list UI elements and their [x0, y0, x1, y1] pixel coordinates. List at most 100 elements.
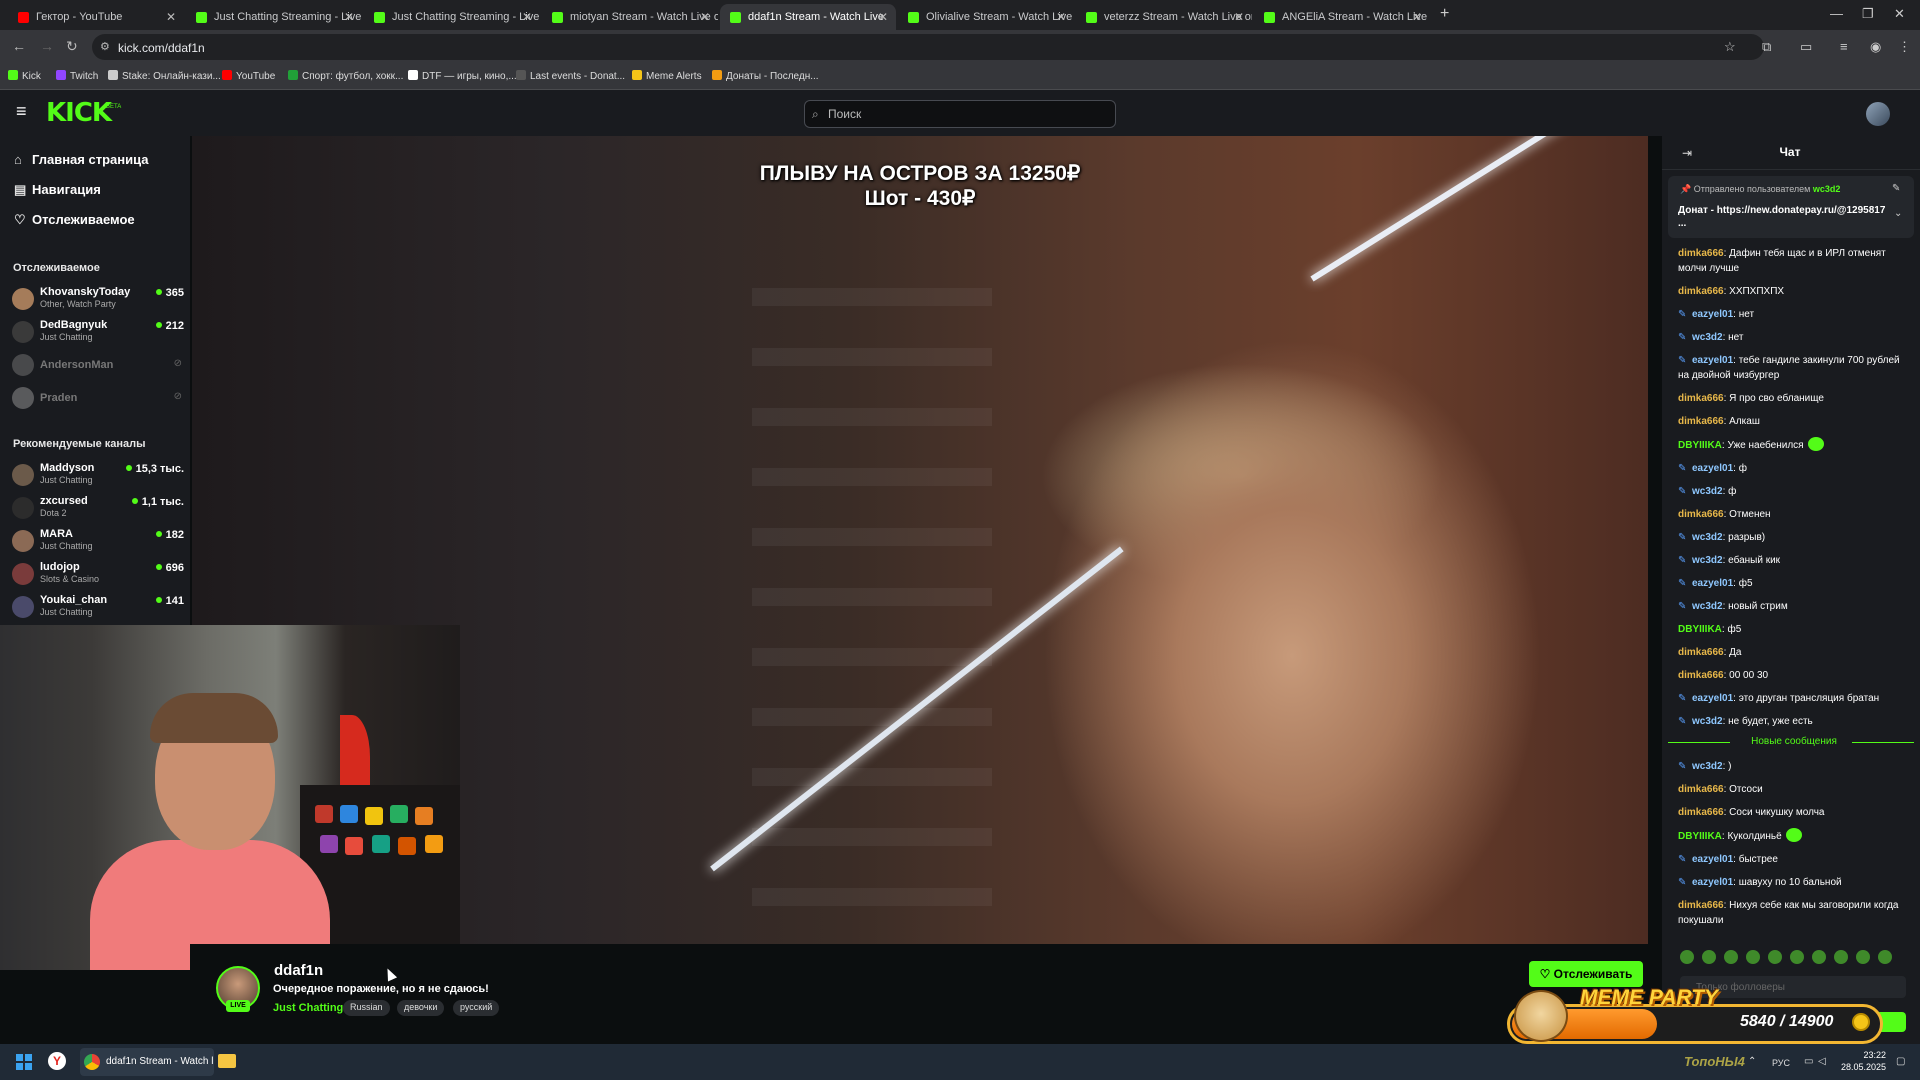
category-link[interactable]: Just Chatting — [273, 1002, 343, 1014]
sidepanel-icon[interactable]: ▭ — [1800, 39, 1812, 55]
back-icon[interactable]: ← — [12, 38, 26, 54]
chat-username[interactable]: dimka666 — [1678, 900, 1724, 911]
stream-tag[interactable]: русский — [453, 1000, 500, 1016]
volume-icon[interactable]: ◁ — [1818, 1056, 1826, 1067]
network-icon[interactable]: ▭ — [1804, 1056, 1813, 1067]
close-window-icon[interactable]: ✕ — [1894, 6, 1905, 22]
tab-close-icon[interactable]: ✕ — [1234, 10, 1244, 24]
chat-username[interactable]: dimka666 — [1678, 784, 1724, 795]
tab-close-icon[interactable]: ✕ — [1412, 10, 1422, 24]
chat-username[interactable]: eazyel01 — [1692, 693, 1733, 704]
bookmark-item[interactable]: YouTube — [222, 70, 275, 82]
stream-tag[interactable]: Russian — [343, 1000, 390, 1016]
tab-3[interactable]: miotyan Stream - Watch Live o ✕ — [542, 4, 718, 30]
chat-username[interactable]: dimka666 — [1678, 248, 1724, 259]
tab-close-icon[interactable]: ✕ — [1056, 10, 1066, 24]
sidebar-nav-item[interactable]: ▤ Навигация — [14, 182, 101, 198]
sidebar-channel[interactable]: zxcursed Dota 2 1,1 тыс. — [12, 495, 184, 525]
tab-close-icon[interactable]: ✕ — [166, 10, 176, 24]
tab-6[interactable]: veterzz Stream - Watch Live on ✕ — [1076, 4, 1252, 30]
notifications-icon[interactable]: ▢ — [1896, 1056, 1905, 1067]
yandex-icon[interactable]: Y — [48, 1052, 66, 1070]
emote-icon[interactable] — [1746, 950, 1760, 964]
sidebar-channel[interactable]: MARA Just Chatting 182 — [12, 528, 184, 558]
chat-username[interactable]: eazyel01 — [1692, 877, 1733, 888]
omnibox[interactable] — [92, 34, 1764, 60]
minimize-icon[interactable]: — — [1830, 6, 1843, 21]
bookmark-item[interactable]: Twitch — [56, 70, 98, 82]
tab-close-icon[interactable]: ✕ — [344, 10, 354, 24]
tab-0[interactable]: Гектор - YouTube ✕ — [8, 4, 184, 30]
tab-7[interactable]: ANGEliA Stream - Watch Live o ✕ — [1254, 4, 1430, 30]
emote-icon[interactable] — [1680, 950, 1694, 964]
menu-icon[interactable]: ⋮ — [1898, 39, 1911, 55]
unpin-icon[interactable]: ✎ — [1892, 183, 1900, 194]
stream-tag[interactable]: девочки — [397, 1000, 445, 1016]
emote-icon[interactable] — [1724, 950, 1738, 964]
user-avatar[interactable] — [1866, 102, 1890, 126]
chat-username[interactable]: DBYIIIKA — [1678, 831, 1722, 842]
media-icon[interactable]: ≡ — [1840, 39, 1848, 54]
emote-icon[interactable] — [1790, 950, 1804, 964]
sidebar-channel[interactable]: AndersonMan ⊘ — [12, 352, 184, 382]
chat-username[interactable]: wc3d2 — [1692, 532, 1723, 543]
url-text[interactable]: kick.com/ddaf1n — [118, 41, 205, 55]
chat-username[interactable]: eazyel01 — [1692, 854, 1733, 865]
chat-username[interactable]: dimka666 — [1678, 670, 1724, 681]
new-tab-button[interactable]: + — [1440, 5, 1449, 23]
folder-icon[interactable] — [218, 1054, 236, 1068]
bookmark-star-icon[interactable]: ☆ — [1724, 39, 1736, 55]
maximize-icon[interactable]: ❐ — [1862, 6, 1874, 22]
chat-username[interactable]: eazyel01 — [1692, 309, 1733, 320]
windows-start-icon[interactable] — [16, 1054, 32, 1070]
sidebar-nav-item[interactable]: ♡ Отслеживаемое — [14, 212, 135, 228]
tab-4[interactable]: ddaf1n Stream - Watch Live ✕ — [720, 4, 896, 30]
chat-username[interactable]: DBYIIIKA — [1678, 624, 1722, 635]
sidebar-nav-item[interactable]: ⌂ Главная страница — [14, 152, 148, 167]
chat-username[interactable]: eazyel01 — [1692, 463, 1733, 474]
sidebar-channel[interactable]: KhovanskyToday Other, Watch Party 365 — [12, 286, 184, 316]
chat-username[interactable]: wc3d2 — [1692, 486, 1723, 497]
tab-2[interactable]: Just Chatting Streaming - Live ✕ — [364, 4, 540, 30]
sidebar-channel[interactable]: ludojop Slots & Casino 696 — [12, 561, 184, 591]
emote-icon[interactable] — [1812, 950, 1826, 964]
extensions-icon[interactable]: ⧉ — [1762, 39, 1771, 55]
streamer-name[interactable]: ddaf1n — [274, 962, 323, 979]
tab-5[interactable]: Olivialive Stream - Watch Live o ✕ — [898, 4, 1074, 30]
sidebar-channel[interactable]: Maddyson Just Chatting 15,3 тыс. — [12, 462, 184, 492]
chat-username[interactable]: eazyel01 — [1692, 578, 1733, 589]
bookmark-item[interactable]: DTF — игры, кино,... — [408, 70, 517, 82]
chat-username[interactable]: dimka666 — [1678, 393, 1724, 404]
tab-close-icon[interactable]: ✕ — [700, 10, 710, 24]
emote-icon[interactable] — [1856, 950, 1870, 964]
tab-close-icon[interactable]: ✕ — [522, 10, 532, 24]
chat-username[interactable]: DBYIIIKA — [1678, 440, 1722, 451]
tray-chevron-icon[interactable]: ⌃ — [1748, 1056, 1756, 1067]
tab-1[interactable]: Just Chatting Streaming - Live ✕ — [186, 4, 362, 30]
chat-username[interactable]: dimka666 — [1678, 807, 1724, 818]
emote-icon[interactable] — [1834, 950, 1848, 964]
bookmark-item[interactable]: Meme Alerts — [632, 70, 702, 82]
site-info-icon[interactable]: ⚙ — [100, 40, 110, 53]
bookmark-item[interactable]: Спорт: футбол, хокк... — [288, 70, 403, 82]
chat-username[interactable]: dimka666 — [1678, 286, 1724, 297]
language-indicator[interactable]: РУС — [1772, 1058, 1790, 1068]
clock-time[interactable]: 23:22 — [1830, 1050, 1886, 1060]
chat-username[interactable]: dimka666 — [1678, 509, 1724, 520]
chat-username[interactable]: wc3d2 — [1692, 601, 1723, 612]
kick-logo[interactable]: KICK — [46, 98, 112, 128]
bookmark-item[interactable]: Stake: Онлайн-кази... — [108, 70, 221, 82]
chat-username[interactable]: dimka666 — [1678, 416, 1724, 427]
clock-date[interactable]: 28.05.2025 — [1830, 1062, 1886, 1072]
bookmark-item[interactable]: Донаты - Последн... — [712, 70, 819, 82]
collapse-chat-icon[interactable]: ⇥ — [1682, 146, 1692, 160]
emote-icon[interactable] — [1768, 950, 1782, 964]
follow-button[interactable]: ♡ Отслеживать — [1529, 961, 1643, 987]
bookmark-item[interactable]: Last events - Donat... — [516, 70, 625, 82]
chat-username[interactable]: wc3d2 — [1692, 761, 1723, 772]
emote-icon[interactable] — [1878, 950, 1892, 964]
emote-icon[interactable] — [1702, 950, 1716, 964]
pinned-text[interactable]: Донат - https://new.donatepay.ru/@129581… — [1678, 204, 1888, 230]
sidebar-channel[interactable]: Youkai_chan Just Chatting 141 — [12, 594, 184, 624]
bookmark-item[interactable]: Kick — [8, 70, 41, 82]
